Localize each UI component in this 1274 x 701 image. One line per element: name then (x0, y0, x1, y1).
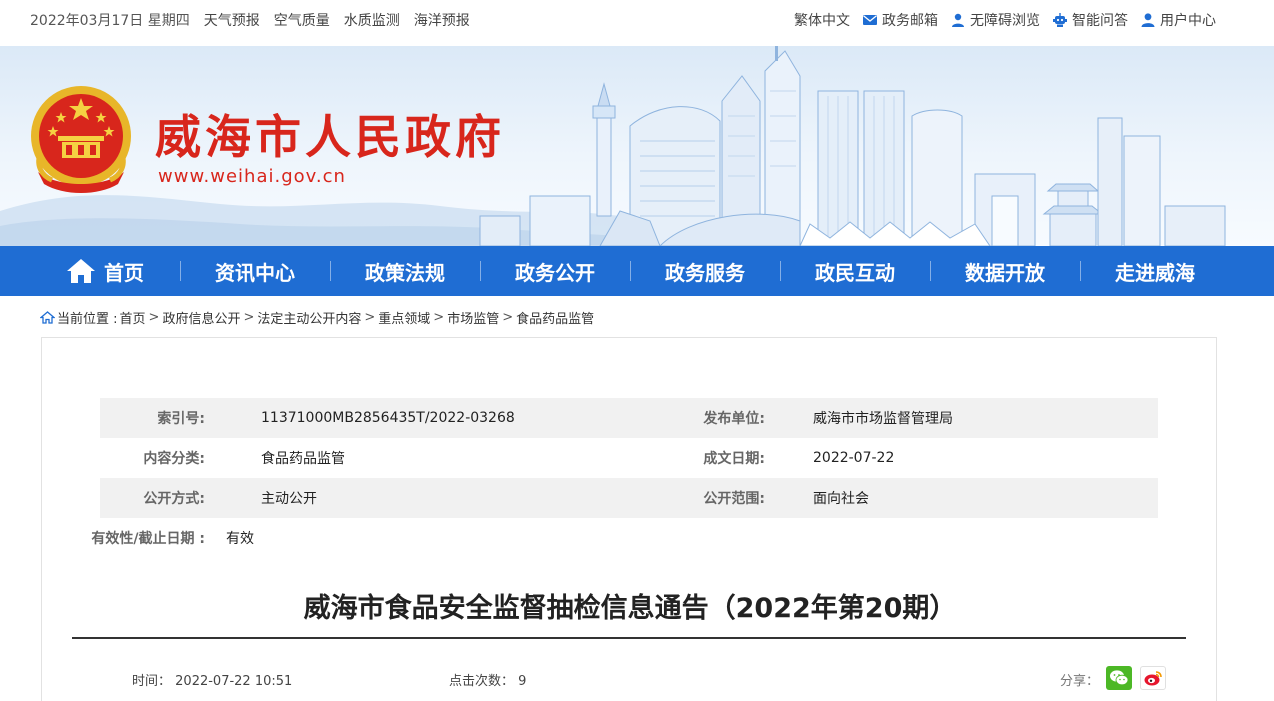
breadcrumb-item[interactable]: 重点领域 (378, 308, 430, 327)
click-count: 点击次数： 9 (449, 670, 526, 689)
nav-policies[interactable]: 政策法规 (330, 246, 480, 296)
air-quality-link[interactable]: 空气质量 (274, 10, 330, 30)
share-weibo-button[interactable] (1140, 666, 1166, 690)
breadcrumb-separator: > (433, 310, 445, 325)
breadcrumb-separator: > (148, 310, 160, 325)
created-date-label: 成文日期: (703, 451, 765, 467)
weibo-icon (1144, 671, 1162, 686)
topbar-left: 2022年03月17日 星期四 天气预报 空气质量 水质监测 海洋预报 (30, 10, 470, 30)
meta-row: 内容分类: 食品药品监管 成文日期: 2022-07-22 (100, 438, 1158, 478)
current-date: 2022年03月17日 星期四 (30, 13, 190, 29)
validity-value: 有效 (226, 531, 254, 547)
accessible-browse-label: 无障碍浏览 (970, 13, 1040, 29)
article-info-bar: 时间： 2022-07-22 10:51 点击次数： 9 分享： (42, 666, 1218, 692)
click-count-value: 9 (518, 674, 527, 689)
publisher-value: 威海市市场监督管理局 (813, 411, 953, 427)
nav-news-center[interactable]: 资讯中心 (180, 246, 330, 296)
robot-icon (1053, 13, 1067, 27)
nav-about-weihai[interactable]: 走进威海 (1080, 246, 1230, 296)
created-date-value: 2022-07-22 (813, 450, 895, 466)
water-quality-link[interactable]: 水质监测 (344, 10, 400, 30)
publisher-label: 发布单位: (703, 411, 765, 427)
article-container: 索引号: 11371000MB2856435T/2022-03268 发布单位:… (41, 337, 1217, 701)
disclosure-mode-value: 主动公开 (261, 491, 317, 507)
click-count-label: 点击次数： (449, 674, 515, 689)
publish-time: 时间： 2022-07-22 10:51 (132, 670, 292, 689)
user-center-label: 用户中心 (1160, 13, 1216, 29)
breadcrumb-item[interactable]: 市场监管 (447, 308, 499, 327)
breadcrumb: 当前位置 : 首页 > 政府信息公开 > 法定主动公开内容 > 重点领域 > 市… (40, 308, 594, 327)
mail-icon (863, 15, 877, 25)
nav-gov-affairs-open[interactable]: 政务公开 (480, 246, 630, 296)
site-title: 威海市人民政府 (155, 110, 505, 164)
nav-open-data[interactable]: 数据开放 (930, 246, 1080, 296)
disclosure-mode-label: 公开方式: (143, 491, 205, 507)
ocean-forecast-link[interactable]: 海洋预报 (414, 10, 470, 30)
top-utility-bar: 2022年03月17日 星期四 天气预报 空气质量 水质监测 海洋预报 繁体中文… (0, 0, 1274, 46)
site-url: www.weihai.gov.cn (158, 166, 346, 187)
index-number-value: 11371000MB2856435T/2022-03268 (261, 410, 515, 426)
disclosure-scope-label: 公开范围: (703, 491, 765, 507)
nav-interaction[interactable]: 政民互动 (780, 246, 930, 296)
accessible-browse-link[interactable]: 无障碍浏览 (950, 10, 1040, 30)
validity-label: 有效性/截止日期 : (91, 531, 205, 547)
share-wechat-button[interactable] (1106, 666, 1132, 690)
nav-home-label: 首页 (104, 260, 144, 285)
publish-time-value: 2022-07-22 10:51 (175, 674, 293, 689)
site-banner: 威海市人民政府 www.weihai.gov.cn (0, 46, 1274, 246)
topbar-right: 繁体中文 政务邮箱 无障碍浏览 智能问答 用户中心 (794, 10, 1216, 30)
breadcrumb-prefix: 当前位置 : (57, 312, 118, 327)
breadcrumb-item[interactable]: 食品药品监管 (516, 308, 594, 327)
article-title: 威海市食品安全监督抽检信息通告（2022年第20期） (303, 593, 957, 624)
nav-gov-services[interactable]: 政务服务 (630, 246, 780, 296)
breadcrumb-item[interactable]: 法定主动公开内容 (257, 308, 361, 327)
breadcrumb-item[interactable]: 首页 (120, 308, 146, 327)
traditional-chinese-link[interactable]: 繁体中文 (794, 10, 850, 30)
breadcrumb-separator: > (364, 310, 376, 325)
home-icon (67, 259, 95, 283)
person-icon (952, 13, 964, 27)
category-value: 食品药品监管 (261, 451, 345, 467)
gov-mail-label: 政务邮箱 (882, 13, 938, 29)
main-nav: 首页 资讯中心 政策法规 政务公开 政务服务 政民互动 数据开放 走进威海 (0, 246, 1274, 296)
nav-home[interactable]: 首页 (30, 246, 180, 296)
breadcrumb-separator: > (502, 310, 514, 325)
meta-row: 公开方式: 主动公开 公开范围: 面向社会 (100, 478, 1158, 518)
publish-time-label: 时间： (132, 674, 172, 689)
index-number-label: 索引号: (157, 411, 205, 427)
share-label: 分享： (1060, 674, 1100, 689)
meta-row: 索引号: 11371000MB2856435T/2022-03268 发布单位:… (100, 398, 1158, 438)
meta-row: 有效性/截止日期 : 有效 (91, 518, 1158, 558)
breadcrumb-item[interactable]: 政府信息公开 (162, 308, 240, 327)
national-emblem-icon (31, 86, 131, 193)
location-home-icon (40, 311, 55, 324)
traditional-chinese-label: 繁体中文 (794, 13, 850, 29)
smart-qa-link[interactable]: 智能问答 (1052, 10, 1128, 30)
category-label: 内容分类: (143, 451, 205, 467)
user-center-link[interactable]: 用户中心 (1140, 10, 1216, 30)
title-divider (72, 637, 1186, 639)
disclosure-scope-value: 面向社会 (813, 491, 869, 507)
smart-qa-label: 智能问答 (1072, 13, 1128, 29)
weather-link[interactable]: 天气预报 (204, 10, 260, 30)
user-icon (1141, 13, 1155, 27)
breadcrumb-separator: > (243, 310, 255, 325)
gov-mail-link[interactable]: 政务邮箱 (862, 10, 938, 30)
wechat-icon (1110, 670, 1129, 686)
document-meta-table: 索引号: 11371000MB2856435T/2022-03268 发布单位:… (91, 398, 1158, 558)
